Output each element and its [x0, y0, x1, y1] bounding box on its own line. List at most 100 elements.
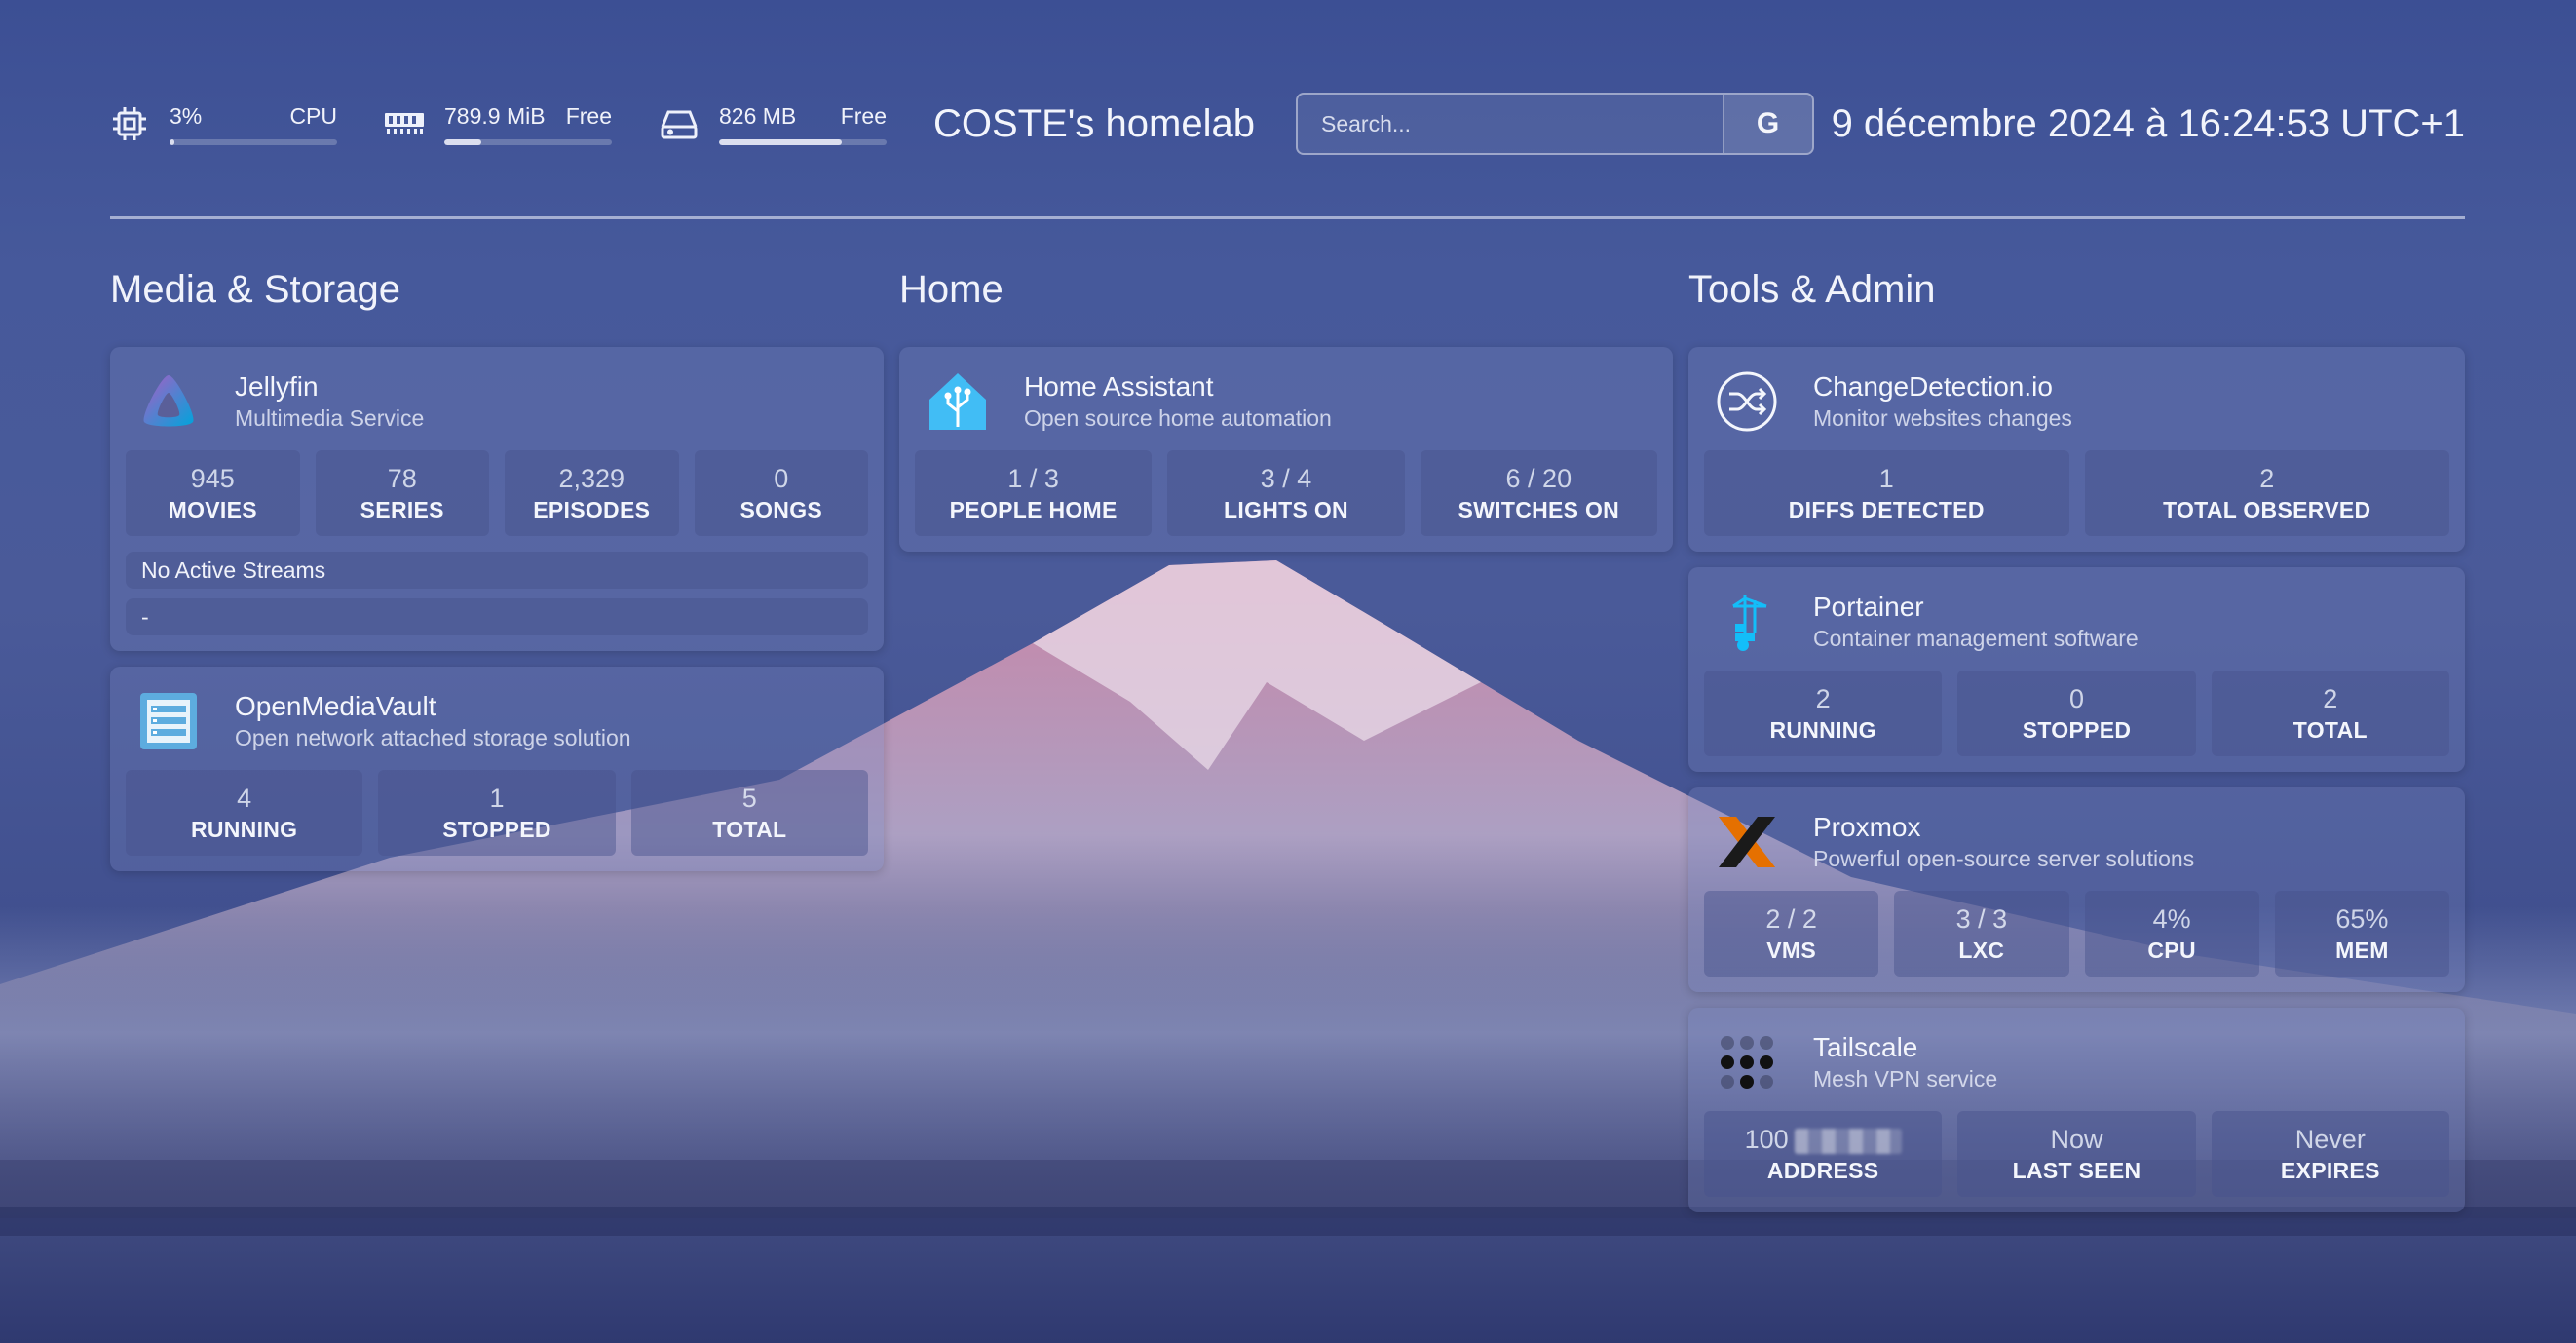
header-bar: 3% CPU 789.9 MiB Free 826 MB Free COSTE'…: [107, 93, 2465, 155]
home-assistant-description: Open source home automation: [1024, 405, 1332, 431]
stat-stopped: 1 STOPPED: [378, 770, 616, 856]
stat-label: TOTAL OBSERVED: [2163, 497, 2371, 522]
stat-episodes: 2,329 EPISODES: [505, 450, 679, 536]
service-card-jellyfin[interactable]: Jellyfin Multimedia Service 945 MOVIES 78…: [110, 347, 884, 651]
cpu-widget: 3% CPU: [107, 101, 337, 146]
stat-total: 2 TOTAL: [2211, 671, 2449, 756]
stat-total-observed: 2 TOTAL OBSERVED: [2084, 450, 2449, 536]
service-card-changedetection[interactable]: ChangeDetection.io Monitor websites chan…: [1688, 347, 2465, 552]
stat-label: EPISODES: [533, 497, 651, 522]
service-card-home-assistant[interactable]: Home Assistant Open source home automati…: [899, 347, 1673, 552]
stat-value: 2 / 2: [1765, 904, 1817, 934]
memory-label: Free: [565, 102, 612, 129]
stat-value: 2: [2323, 684, 2338, 713]
memory-usage-bar: [444, 138, 612, 145]
stat-label: STOPPED: [2022, 717, 2132, 743]
stat-total: 5 TOTAL: [630, 770, 868, 856]
disk-usage-fill: [719, 138, 842, 145]
stat-value: 1: [489, 784, 505, 813]
stat-address: 100 ADDRESS: [1704, 1111, 1943, 1197]
stat-value: 5: [741, 784, 757, 813]
stat-last-seen: Now LAST SEEN: [1957, 1111, 2196, 1197]
stat-mem: 65% MEM: [2274, 891, 2449, 977]
tailscale-title: Tailscale: [1813, 1032, 1918, 1062]
stat-switches-on: 6 / 20 SWITCHES ON: [1420, 450, 1657, 536]
stat-value: 0: [774, 464, 789, 493]
column-title-media-storage: Media & Storage: [110, 268, 400, 311]
service-card-tailscale[interactable]: Tailscale Mesh VPN service 100 ADDRESS No…: [1688, 1008, 2465, 1212]
stat-label: EXPIRES: [2280, 1158, 2380, 1183]
page-title: COSTE's homelab: [933, 101, 1255, 145]
stat-value: 1 / 3: [1007, 464, 1059, 493]
stat-stopped: 0 STOPPED: [1957, 671, 2196, 756]
stat-value: 2: [1815, 684, 1831, 713]
changedetection-description: Monitor websites changes: [1813, 405, 2072, 431]
stat-value: 0: [2068, 684, 2084, 713]
stat-value: 78: [387, 464, 417, 493]
jellyfin-title: Jellyfin: [235, 371, 319, 402]
changedetection-title: ChangeDetection.io: [1813, 371, 2053, 402]
openmediavault-logo-icon: [135, 688, 202, 754]
service-card-proxmox[interactable]: Proxmox Powerful open-source server solu…: [1688, 787, 2465, 992]
stat-cpu: 4% CPU: [2084, 891, 2259, 977]
search-input[interactable]: [1297, 95, 1723, 153]
cpu-chip-icon: [107, 101, 152, 146]
datetime: 9 décembre 2024 à 16:24:53 UTC+1: [1831, 101, 2465, 145]
stat-label: SONGS: [739, 497, 823, 522]
omv-title: OpenMediaVault: [235, 691, 436, 721]
stat-label: STOPPED: [442, 817, 551, 842]
stat-label: ADDRESS: [1766, 1158, 1879, 1183]
column-title-tools-admin: Tools & Admin: [1688, 268, 1936, 311]
stat-running: 2 RUNNING: [1704, 671, 1943, 756]
stat-label: LXC: [1958, 938, 2005, 963]
omv-description: Open network attached storage solution: [235, 725, 631, 750]
active-streams-status: No Active Streams: [126, 552, 868, 589]
stat-value: 2: [2259, 464, 2275, 493]
stat-lights-on: 3 / 4 LIGHTS ON: [1167, 450, 1405, 536]
stat-label: SWITCHES ON: [1458, 497, 1620, 522]
disk-value: 826 MB: [719, 102, 797, 129]
column-media-storage: Media & Storage Jellyfin Multimedia Serv…: [110, 265, 884, 887]
memory-icon: [382, 101, 427, 146]
redacted-address-blur: [1794, 1128, 1902, 1154]
cpu-label: CPU: [289, 102, 337, 129]
stat-value: 1: [1878, 464, 1894, 493]
disk-label: Free: [840, 102, 887, 129]
stat-diffs-detected: 1 DIFFS DETECTED: [1704, 450, 2069, 536]
stat-people-home: 1 / 3 PEOPLE HOME: [915, 450, 1153, 536]
memory-value: 789.9 MiB: [444, 102, 546, 129]
service-card-openmediavault[interactable]: OpenMediaVault Open network attached sto…: [110, 667, 884, 871]
column-title-home: Home: [899, 268, 1004, 311]
stat-label: TOTAL: [2292, 717, 2368, 743]
home-assistant-logo-icon: [925, 368, 991, 435]
stat-label: SERIES: [360, 497, 444, 522]
cpu-usage-bar: [170, 138, 337, 145]
service-card-portainer[interactable]: Portainer Container management software …: [1688, 567, 2465, 772]
stat-running: 4 RUNNING: [126, 770, 363, 856]
google-search-button[interactable]: G: [1722, 95, 1812, 153]
stat-value: 3 / 3: [1955, 904, 2008, 934]
stat-value: Never: [2294, 1125, 2366, 1154]
stat-label: RUNNING: [190, 817, 298, 842]
column-tools-admin: Tools & Admin ChangeDetection.io Monitor…: [1688, 265, 2465, 1228]
proxmox-description: Powerful open-source server solutions: [1813, 846, 2195, 871]
disk-usage-bar: [719, 138, 887, 145]
cpu-value: 3%: [170, 102, 203, 129]
stat-value: 4%: [2152, 904, 2191, 934]
stat-value: 100: [1744, 1125, 1789, 1154]
portainer-description: Container management software: [1813, 626, 2139, 651]
stat-label: RUNNING: [1769, 717, 1876, 743]
jellyfin-logo-icon: [135, 368, 202, 435]
stat-label: LIGHTS ON: [1224, 497, 1348, 522]
changedetection-logo-icon: [1714, 368, 1780, 435]
stat-value: 945: [190, 464, 235, 493]
portainer-title: Portainer: [1813, 592, 1924, 622]
stat-movies: 945 MOVIES: [126, 450, 300, 536]
stat-vms: 2 / 2 VMS: [1704, 891, 1879, 977]
stat-label: CPU: [2147, 938, 2196, 963]
active-streams-list: -: [126, 598, 868, 635]
disk-widget: 826 MB Free: [657, 101, 887, 146]
stat-label: TOTAL: [712, 817, 787, 842]
stat-value: 65%: [2335, 904, 2389, 934]
header-divider: [110, 216, 2465, 219]
